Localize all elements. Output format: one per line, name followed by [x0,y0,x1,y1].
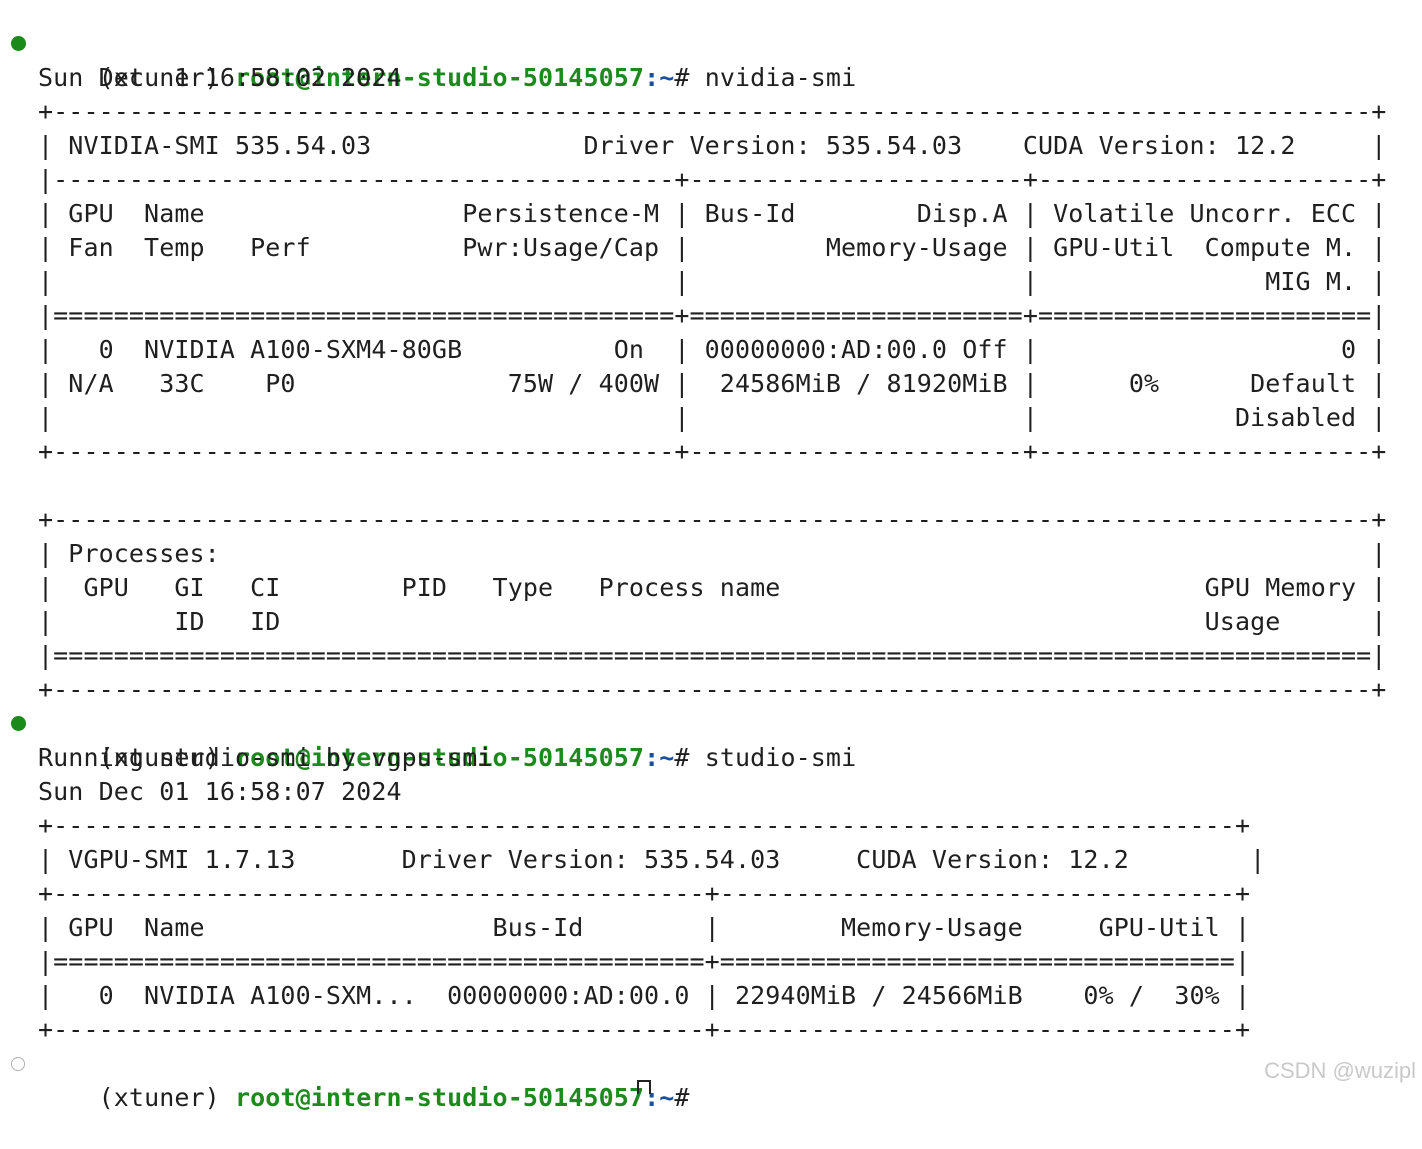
prompt-user-host: root@intern-studio-50145057 [234,1083,645,1112]
nvidia-smi-output: |=======================================… [38,641,1387,670]
nvidia-smi-output: | Fan Temp Perf Pwr:Usage/Cap | Memory-U… [38,233,1387,262]
nvidia-smi-output: | NVIDIA-SMI 535.54.03 Driver Version: 5… [38,131,1387,160]
command-success-icon[interactable] [11,36,26,51]
nvidia-smi-output: |=======================================… [38,301,1387,330]
output-date: Sun Dec 1 16:58:02 2024 [38,63,402,92]
output-running-line: Running studio-smi by vgpu-smi [38,743,493,772]
vgpu-smi-output: +---------------------------------------… [38,879,1251,908]
command-success-icon[interactable] [11,716,26,731]
prompt-venv: (xtuner) [98,1083,220,1112]
nvidia-smi-output: | Processes: | [38,539,1387,568]
prompt-line: (xtuner) root@intern-studio-50145057:~# [0,1047,1422,1112]
nvidia-smi-output: | GPU GI CI PID Type Process name GPU Me… [38,573,1387,602]
nvidia-smi-output: +---------------------------------------… [38,437,1387,466]
vgpu-smi-output: +---------------------------------------… [38,1015,1251,1044]
prompt-line: (xtuner) root@intern-studio-50145057:~# … [0,707,1422,772]
vgpu-smi-output: | VGPU-SMI 1.7.13 Driver Version: 535.54… [38,845,1266,874]
nvidia-smi-output: +---------------------------------------… [38,505,1387,534]
nvidia-smi-output: | | | MIG M. | [38,267,1387,296]
terminal[interactable]: (xtuner) root@intern-studio-50145057:~# … [0,27,1422,1112]
vgpu-smi-output: |=======================================… [38,947,1251,976]
nvidia-smi-output: | GPU Name Persistence-M | Bus-Id Disp.A… [38,199,1387,228]
prompt-symbol: # [674,1083,690,1112]
vgpu-smi-output: +---------------------------------------… [38,811,1251,840]
nvidia-smi-output: +---------------------------------------… [38,97,1387,126]
nvidia-smi-output: +---------------------------------------… [38,675,1387,704]
terminal-cursor [637,1080,651,1094]
nvidia-smi-output: | N/A 33C P0 75W / 400W | 24586MiB / 819… [38,369,1387,398]
vgpu-smi-output: | GPU Name Bus-Id | Memory-Usage GPU-Uti… [38,913,1251,942]
nvidia-smi-output: |---------------------------------------… [38,165,1387,194]
command-pending-icon[interactable] [11,1057,25,1071]
nvidia-smi-output: | 0 NVIDIA A100-SXM4-80GB On | 00000000:… [38,335,1387,364]
nvidia-smi-output: | | | Disabled | [38,403,1387,432]
watermark: CSDN @wuzipl [1264,1058,1416,1083]
nvidia-smi-output: | ID ID Usage | [38,607,1387,636]
nvidia-smi-output [0,469,1422,503]
prompt-line: (xtuner) root@intern-studio-50145057:~# … [0,27,1422,92]
output-date: Sun Dec 01 16:58:07 2024 [38,777,402,806]
vgpu-smi-output: | 0 NVIDIA A100-SXM... 00000000:AD:00.0 … [38,981,1251,1010]
